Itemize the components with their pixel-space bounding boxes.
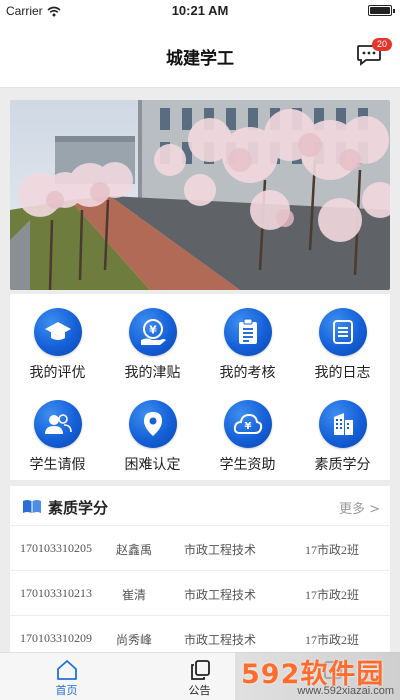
- student-id: 170103310209: [20, 631, 92, 645]
- grid-label: 素质学分: [314, 457, 371, 473]
- watermark-url: www.592xiazai.com: [297, 685, 394, 697]
- grid-item-hardship[interactable]: 困难认定: [105, 386, 200, 476]
- grid-item-leave[interactable]: 学生请假: [10, 386, 105, 476]
- grid-label: 我的日志: [314, 365, 371, 381]
- section-title: 素质学分: [48, 499, 109, 517]
- grid-item-journal[interactable]: 我的日志: [295, 294, 390, 384]
- student-major: 市政工程技术: [184, 588, 257, 602]
- grid-item-credits[interactable]: 素质学分: [295, 386, 390, 476]
- tab-label: 首页: [55, 684, 78, 697]
- grid-item-assessment[interactable]: 我的考核: [200, 294, 295, 384]
- battery-icon: [368, 5, 395, 16]
- nav-bar: 城建学工 20: [0, 22, 400, 88]
- home-icon: [56, 660, 77, 680]
- grid-item-evaluation[interactable]: 我的评优: [10, 294, 105, 384]
- page-title: 城建学工: [166, 49, 234, 69]
- section-header: 素质学分 更多 >: [10, 486, 390, 526]
- graduation-cap-icon: [33, 308, 82, 356]
- status-time: 10:21 AM: [171, 3, 229, 18]
- student-class: 17市政2班: [305, 588, 360, 602]
- table-row[interactable]: 170103310209 尚秀峰 市政工程技术 17市政2班: [10, 616, 390, 652]
- more-link[interactable]: 更多 >: [339, 498, 380, 517]
- grid-label: 学生资助: [219, 457, 276, 473]
- unread-badge: 20: [371, 38, 392, 51]
- grid-item-financial-aid[interactable]: ¥ 学生资助: [200, 386, 295, 476]
- table-row[interactable]: 170103310213 崔清 市政工程技术 17市政2班: [10, 571, 390, 616]
- svg-text:¥: ¥: [244, 421, 251, 432]
- feature-grid: 我的评优 ¥ 我的津贴 我的考核 我的日志 学生请假 困难认定 ¥ 学生资助 素…: [10, 294, 390, 480]
- clipboard-icon: [223, 308, 272, 356]
- message-button[interactable]: 20: [356, 38, 392, 66]
- location-pin-icon: [128, 400, 177, 448]
- credits-section: 素质学分 更多 > 170103310205 赵鑫禹 市政工程技术 17市政2班…: [10, 486, 390, 652]
- table-row[interactable]: 170103310205 赵鑫禹 市政工程技术 17市政2班: [10, 526, 390, 571]
- grid-label: 我的评优: [29, 365, 86, 381]
- student-id: 170103310205: [20, 541, 92, 555]
- grid-item-allowance[interactable]: ¥ 我的津贴: [105, 294, 200, 384]
- people-icon: [33, 400, 82, 448]
- copy-icon: [190, 660, 210, 680]
- tab-home[interactable]: 首页: [0, 653, 133, 700]
- banner-image[interactable]: [10, 100, 390, 290]
- open-book-icon: [23, 500, 41, 513]
- watermark: 592软件园 www.592xiazai.com: [235, 652, 400, 700]
- student-major: 市政工程技术: [184, 543, 257, 557]
- student-name: 赵鑫禹: [116, 543, 153, 557]
- svg-text:¥: ¥: [149, 324, 157, 337]
- grid-label: 学生请假: [29, 457, 86, 473]
- student-major: 市政工程技术: [184, 633, 257, 647]
- notebook-icon: [318, 308, 367, 356]
- student-name: 崔清: [122, 588, 147, 602]
- grid-label: 困难认定: [124, 457, 181, 473]
- grid-label: 我的津贴: [124, 365, 181, 381]
- yen-hand-icon: ¥: [128, 308, 177, 356]
- student-class: 17市政2班: [305, 543, 360, 557]
- status-bar: Carrier 10:21 AM: [0, 0, 400, 22]
- student-id: 170103310213: [20, 586, 92, 600]
- building-icon: [318, 400, 367, 448]
- grid-label: 我的考核: [219, 365, 276, 381]
- campus-photo: [10, 100, 390, 290]
- student-name: 尚秀峰: [116, 633, 153, 647]
- student-class: 17市政2班: [305, 633, 360, 647]
- yen-cloud-icon: ¥: [223, 400, 272, 448]
